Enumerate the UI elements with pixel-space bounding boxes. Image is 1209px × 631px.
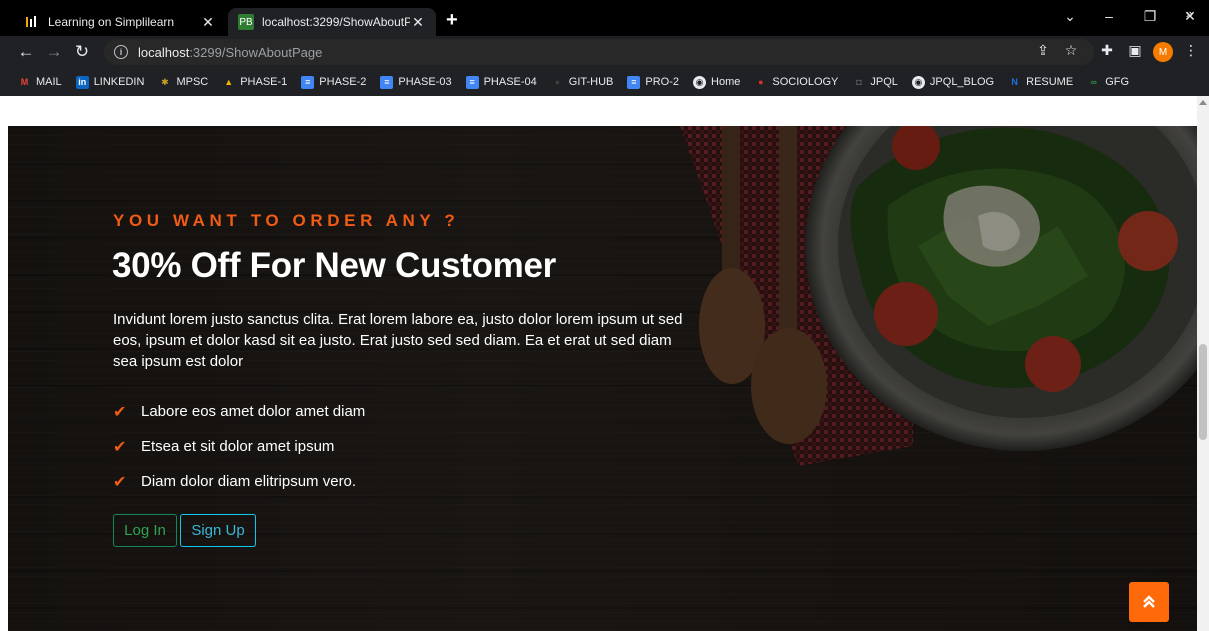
bookmark-label: Home	[711, 76, 741, 88]
bookmark-label: GIT-HUB	[568, 76, 614, 88]
bookmark-resume[interactable]: N RESUME	[1008, 76, 1073, 89]
promo-section: YOU WANT TO ORDER ANY ? 30% Off For New …	[8, 126, 1197, 631]
check-icon: ✔	[113, 473, 127, 491]
bookmark-label: RESUME	[1026, 76, 1074, 88]
bookmark-mpsc[interactable]: ✱ MPSC	[158, 76, 208, 89]
bookmark-phase-03[interactable]: ≡ PHASE-03	[380, 75, 452, 89]
linkedin-icon: in	[75, 75, 89, 89]
github-icon: ●	[554, 77, 560, 87]
tab-show-about-page[interactable]: PB localhost:3299/ShowAboutPage ✕	[228, 8, 436, 36]
docs-icon: ≡	[627, 75, 641, 89]
page-scrollbar[interactable]	[1197, 96, 1209, 631]
tab-title: localhost:3299/ShowAboutPage	[262, 15, 410, 29]
bookmark-phase-1[interactable]: ▲ PHASE-1	[222, 76, 287, 89]
tab-strip: Learning on Simplilearn ✕ PB localhost:3…	[0, 0, 1209, 36]
bookmark-label: PRO-2	[645, 76, 680, 88]
tab-title: Learning on Simplilearn	[48, 15, 175, 29]
bookmark-label: MAIL	[36, 76, 62, 88]
bookmark-phase-2[interactable]: ≡ PHASE-2	[301, 75, 367, 89]
info-icon[interactable]: i	[114, 45, 128, 59]
side-panel-icon[interactable]: ▣	[1126, 42, 1144, 59]
back-arrow-icon[interactable]: ←	[16, 42, 36, 62]
section-headline: 30% Off For New Customer	[112, 246, 556, 285]
bookmark-label: PHASE-04	[483, 76, 537, 88]
bookmark-label: JPQL	[870, 76, 898, 88]
signup-button[interactable]: Sign Up	[180, 514, 256, 547]
double-chevron-up-icon	[1143, 595, 1155, 608]
restore-icon[interactable]: ❐	[1140, 8, 1160, 25]
share-icon[interactable]: ⇪	[1034, 42, 1052, 59]
resume-icon: N	[1011, 77, 1018, 87]
back-to-top-button[interactable]	[1129, 582, 1169, 622]
page-viewport: YOU WANT TO ORDER ANY ? 30% Off For New …	[0, 96, 1197, 631]
bookmark-gfg[interactable]: ∞ GFG	[1087, 76, 1129, 89]
bookmark-label: JPQL_BLOG	[929, 76, 995, 88]
address-path: :3299/ShowAboutPage	[189, 44, 323, 60]
bookmarks-overflow-icon[interactable]: »	[1186, 6, 1193, 21]
bookmark-mail[interactable]: M MAIL	[18, 76, 62, 89]
bookmark-label: GFG	[1105, 76, 1130, 88]
gfg-icon: ∞	[1090, 77, 1097, 87]
sociology-icon: ●	[758, 77, 764, 87]
bookmark-jpql[interactable]: ◘ JPQL	[852, 76, 898, 89]
bookmark-label: PHASE-03	[398, 76, 452, 88]
bookmark-linkedin[interactable]: in LINKEDIN	[75, 75, 145, 89]
bookmark-git-hub[interactable]: ● GIT-HUB	[551, 76, 614, 89]
avatar[interactable]: M	[1153, 42, 1173, 62]
bookmarks-bar: M MAIL in LINKEDIN ✱ MPSC ▲ PHASE-1 ≡ PHASE-2 ≡ PHA…	[0, 68, 1209, 96]
simplilearn-icon	[24, 14, 40, 30]
check-icon: ✔	[113, 403, 127, 421]
feature-text: Labore eos amet dolor amet diam	[141, 403, 366, 420]
list-item: ✔ Labore eos amet dolor amet diam	[113, 394, 365, 429]
bookmark-sociology[interactable]: ● SOCIOLOGY	[754, 76, 838, 89]
bookmark-label: PHASE-1	[240, 76, 288, 88]
globe-icon: ◉	[693, 75, 707, 89]
globe-icon: ◉	[911, 75, 925, 89]
bookmark-label: PHASE-2	[319, 76, 367, 88]
docs-icon: ≡	[465, 75, 479, 89]
bookmark-star-icon[interactable]: ☆	[1062, 42, 1080, 59]
section-subtitle: YOU WANT TO ORDER ANY ?	[113, 211, 460, 230]
bookmark-label: LINKEDIN	[93, 76, 145, 88]
bookmark-pro-2[interactable]: ≡ PRO-2	[627, 75, 680, 89]
bookmark-home[interactable]: ◉ Home	[693, 75, 741, 89]
new-tab-icon[interactable]: +	[446, 10, 458, 30]
pb-icon: PB	[238, 14, 254, 30]
bookmark-label: MPSC	[176, 76, 209, 88]
close-tab-icon[interactable]: ✕	[410, 14, 426, 31]
bookmark-jpql-blog[interactable]: ◉ JPQL_BLOG	[911, 75, 995, 89]
close-tab-icon[interactable]: ✕	[200, 14, 216, 31]
section-description: Invidunt lorem justo sanctus clita. Erat…	[113, 311, 683, 370]
address-bar[interactable]: i localhost:3299/ShowAboutPage	[104, 39, 1094, 65]
reload-icon[interactable]: ↻	[72, 42, 92, 62]
jpql-icon: ◘	[856, 77, 862, 87]
scroll-up-arrow-icon[interactable]	[1199, 100, 1207, 105]
feature-text: Etsea et sit dolor amet ipsum	[141, 438, 335, 455]
gmail-icon: M	[20, 77, 29, 87]
feature-text: Diam dolor diam elitripsum vero.	[141, 473, 357, 490]
menu-icon[interactable]: ⋮	[1182, 42, 1200, 59]
feature-list: ✔ Labore eos amet dolor amet diam ✔ Etsea …	[113, 394, 365, 499]
drive-icon: ▲	[224, 77, 234, 87]
login-button[interactable]: Log In	[113, 514, 177, 547]
food-background-image	[8, 126, 1197, 631]
minimize-icon[interactable]: –	[1099, 8, 1119, 24]
docs-icon: ≡	[301, 75, 315, 89]
browser-toolbar: ← → ↻ i localhost:3299/ShowAboutPage ⇪ ☆…	[0, 36, 1209, 68]
address-host: localhost	[138, 44, 190, 60]
forward-arrow-icon[interactable]: →	[44, 42, 64, 62]
extensions-icon[interactable]: ✚	[1098, 42, 1116, 59]
scroll-thumb[interactable]	[1199, 344, 1207, 440]
list-item: ✔ Etsea et sit dolor amet ipsum	[113, 429, 365, 464]
tab-simplilearn[interactable]: Learning on Simplilearn ✕	[14, 8, 226, 36]
list-item: ✔ Diam dolor diam elitripsum vero.	[113, 464, 365, 499]
tab-search-icon[interactable]: ⌄	[1060, 8, 1080, 25]
check-icon: ✔	[113, 438, 127, 456]
docs-icon: ≡	[380, 75, 394, 89]
bookmark-label: SOCIOLOGY	[772, 76, 839, 88]
mpsc-icon: ✱	[161, 76, 169, 87]
bookmark-phase-04[interactable]: ≡ PHASE-04	[465, 75, 537, 89]
